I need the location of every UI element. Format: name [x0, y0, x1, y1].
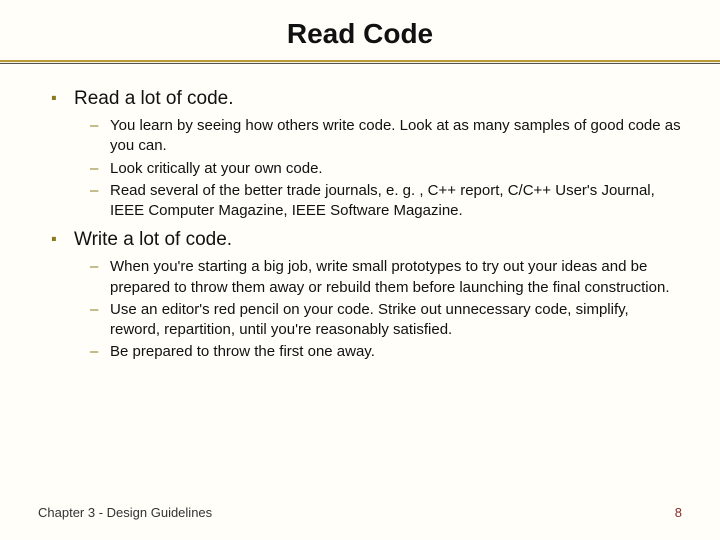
- sub-item: Be prepared to throw the first one away.: [90, 342, 682, 362]
- slide: Read Code Read a lot of code. You learn …: [0, 0, 720, 540]
- bullet-heading: Write a lot of code.: [74, 229, 682, 251]
- sub-item: Use an editor's red pencil on your code.…: [90, 300, 682, 341]
- page-number: 8: [675, 505, 682, 520]
- slide-title: Read Code: [38, 18, 682, 50]
- slide-footer: Chapter 3 - Design Guidelines 8: [38, 505, 682, 520]
- sub-item: Look critically at your own code.: [90, 159, 682, 179]
- sub-list: When you're starting a big job, write sm…: [74, 257, 682, 362]
- footer-left: Chapter 3 - Design Guidelines: [38, 505, 212, 520]
- sub-item: You learn by seeing how others write cod…: [90, 116, 682, 157]
- list-item: Read a lot of code. You learn by seeing …: [46, 88, 682, 221]
- list-item: Write a lot of code. When you're startin…: [46, 229, 682, 362]
- bullet-heading: Read a lot of code.: [74, 88, 682, 110]
- sub-item: When you're starting a big job, write sm…: [90, 257, 682, 298]
- title-divider: [0, 60, 720, 66]
- sub-list: You learn by seeing how others write cod…: [74, 116, 682, 221]
- sub-item: Read several of the better trade journal…: [90, 181, 682, 222]
- bullet-list: Read a lot of code. You learn by seeing …: [38, 88, 682, 363]
